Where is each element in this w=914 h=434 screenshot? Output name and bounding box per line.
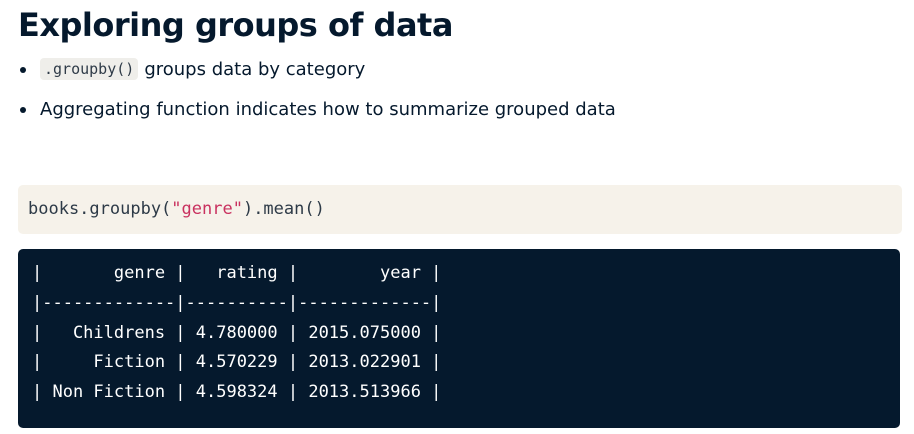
output-cell: | genre | rating | year | |-------------…: [18, 249, 900, 428]
output-separator-line: |-------------|----------|-------------|: [32, 292, 442, 313]
code-cell: books.groupby("genre").mean(): [18, 185, 902, 234]
inline-code-groupby: .groupby(): [40, 58, 139, 80]
output-row-non-fiction: | Non Fiction | 4.598324 | 2013.513966 |: [32, 382, 442, 403]
code-string-literal: "genre": [171, 199, 243, 219]
bullet-dot-icon: [20, 67, 26, 73]
bullet-dot-icon: [20, 107, 26, 113]
bullet-text: Aggregating function indicates how to su…: [40, 99, 616, 120]
bullet-aggregating: Aggregating function indicates how to su…: [18, 96, 616, 124]
bullet-text: groups data by category: [144, 59, 366, 80]
code-prefix: books.groupby(: [28, 199, 172, 219]
slide-title: Exploring groups of data: [18, 6, 453, 44]
bullet-list: .groupby() groups data by category Aggreg…: [18, 56, 616, 124]
output-row-fiction: | Fiction | 4.570229 | 2013.022901 |: [32, 352, 442, 373]
output-header-line: | genre | rating | year |: [32, 263, 442, 283]
code-suffix: ).mean(): [242, 199, 325, 219]
output-row-childrens: | Childrens | 4.780000 | 2015.075000 |: [32, 322, 442, 343]
bullet-groupby: .groupby() groups data by category: [18, 56, 616, 84]
